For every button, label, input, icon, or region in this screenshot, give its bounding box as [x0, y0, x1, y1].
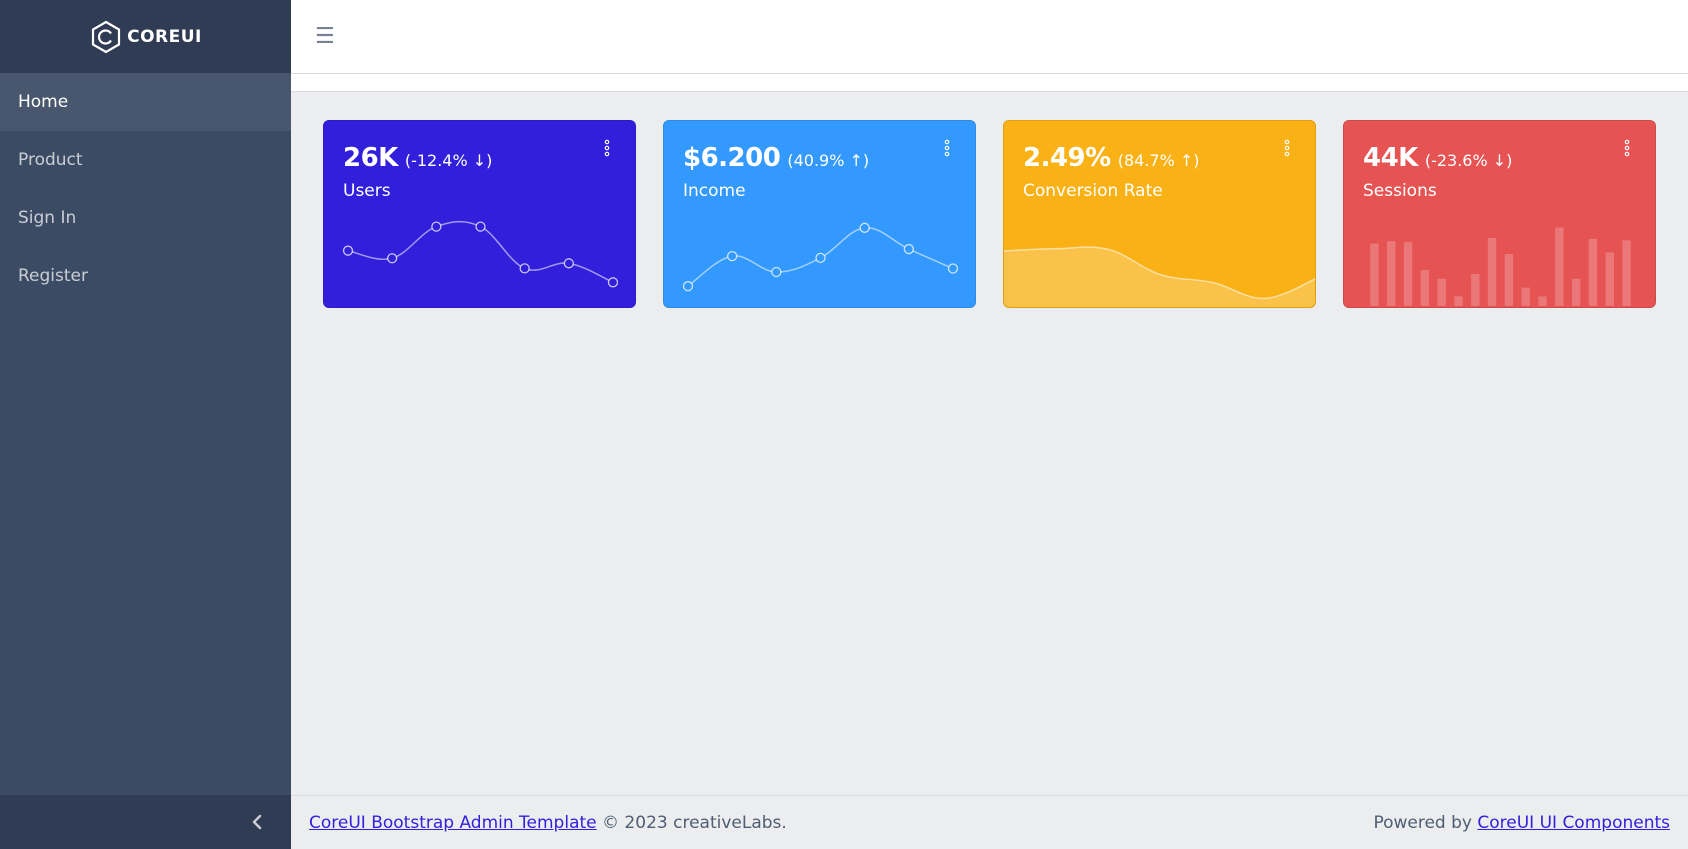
bar	[1555, 227, 1564, 306]
bar	[1454, 296, 1463, 306]
vertical-dots-icon[interactable]	[1283, 139, 1291, 163]
data-point	[903, 243, 914, 255]
widget-delta: (40.9% ↑)	[787, 151, 870, 170]
widget-value: 2.49%	[1023, 143, 1111, 173]
widget-value: $6.200	[683, 143, 781, 173]
vertical-dots-icon[interactable]	[603, 139, 611, 163]
bar	[1420, 270, 1430, 306]
widget-value-row: 26K (-12.4% ↓)	[343, 143, 616, 173]
users-line-chart	[342, 220, 619, 288]
bar	[1387, 241, 1396, 306]
footer-left: CoreUI Bootstrap Admin Template © 2023 c…	[309, 813, 787, 833]
footer-template-link[interactable]: CoreUI Bootstrap Admin Template	[309, 813, 597, 833]
widget-delta: (-12.4% ↓)	[404, 151, 493, 170]
data-point	[607, 277, 619, 288]
hamburger-icon[interactable]: ☰	[315, 25, 335, 48]
bar	[1487, 238, 1497, 306]
sidebar-item-register[interactable]: Register	[0, 247, 291, 305]
coreui-hexagon-icon	[92, 20, 121, 53]
footer-right: Powered by CoreUI UI Components	[1373, 813, 1670, 833]
bar	[1504, 254, 1514, 306]
vertical-dots-icon[interactable]	[943, 139, 951, 163]
income-line-chart	[682, 222, 959, 292]
sidebar-item-sign-in[interactable]: Sign In	[0, 189, 291, 247]
widget-sessions: 44K (-23.6% ↓) Sessions	[1343, 120, 1656, 308]
widget-value-row: 2.49% (84.7% ↑)	[1023, 143, 1296, 173]
data-point	[727, 250, 738, 262]
chevron-left-icon	[252, 814, 262, 830]
header: ☰	[291, 0, 1688, 74]
sessions-bar-chart	[1370, 227, 1631, 306]
widget-conversion-rate: 2.49% (84.7% ↑) Conversion Rate	[1003, 120, 1316, 308]
data-point	[563, 258, 574, 269]
widget-delta: (-23.6% ↓)	[1424, 151, 1513, 170]
footer-components-link[interactable]: CoreUI UI Components	[1477, 813, 1670, 833]
vertical-dots-icon[interactable]	[1623, 139, 1631, 163]
widget-delta: (84.7% ↑)	[1117, 151, 1200, 170]
bar	[1471, 274, 1480, 306]
conversion-area-chart	[1004, 246, 1315, 307]
data-point	[342, 245, 354, 256]
widget-value-row: 44K (-23.6% ↓)	[1363, 143, 1636, 173]
bar	[1370, 243, 1379, 306]
widget-income: $6.200 (40.9% ↑) Income	[663, 120, 976, 308]
bar	[1588, 238, 1598, 306]
footer: CoreUI Bootstrap Admin Template © 2023 c…	[291, 795, 1688, 849]
coreui-logo: COREUI	[89, 20, 202, 54]
subheader	[291, 74, 1688, 92]
data-point	[815, 252, 826, 264]
data-point	[859, 222, 870, 233]
sidebar-item-home[interactable]: Home	[0, 73, 291, 131]
data-point	[682, 281, 694, 292]
widget-value: 26K	[343, 143, 398, 173]
widget-title: Sessions	[1363, 181, 1437, 201]
bar	[1538, 296, 1547, 306]
data-point	[475, 221, 486, 232]
bar	[1437, 278, 1446, 306]
footer-powered-by: Powered by	[1373, 812, 1472, 833]
widget-value: 44K	[1363, 143, 1418, 173]
data-point	[947, 263, 959, 274]
sidebar-brand[interactable]: COREUI	[0, 0, 291, 73]
widget-title: Income	[683, 181, 746, 201]
bar	[1605, 252, 1614, 306]
brand-name: COREUI	[127, 26, 202, 47]
sidebar-nav: Home Product Sign In Register	[0, 73, 291, 305]
data-point	[519, 263, 530, 274]
data-point	[771, 266, 782, 278]
widget-row: 26K (-12.4% ↓) Users $6.200 (40.9% ↑) In…	[323, 120, 1656, 308]
bar	[1521, 287, 1530, 306]
sidebar-item-product[interactable]: Product	[0, 131, 291, 189]
footer-copyright: © 2023 creativeLabs.	[602, 812, 787, 833]
sidebar: COREUI Home Product Sign In Register	[0, 0, 291, 849]
sidebar-toggler[interactable]	[0, 795, 291, 849]
widget-title: Users	[343, 181, 391, 201]
widget-users: 26K (-12.4% ↓) Users	[323, 120, 636, 308]
bar	[1622, 240, 1631, 306]
bar	[1403, 242, 1413, 306]
widget-title: Conversion Rate	[1023, 181, 1163, 201]
widget-value-row: $6.200 (40.9% ↑)	[683, 143, 956, 173]
data-point	[387, 253, 398, 264]
data-point	[431, 221, 442, 232]
bar	[1571, 278, 1581, 306]
